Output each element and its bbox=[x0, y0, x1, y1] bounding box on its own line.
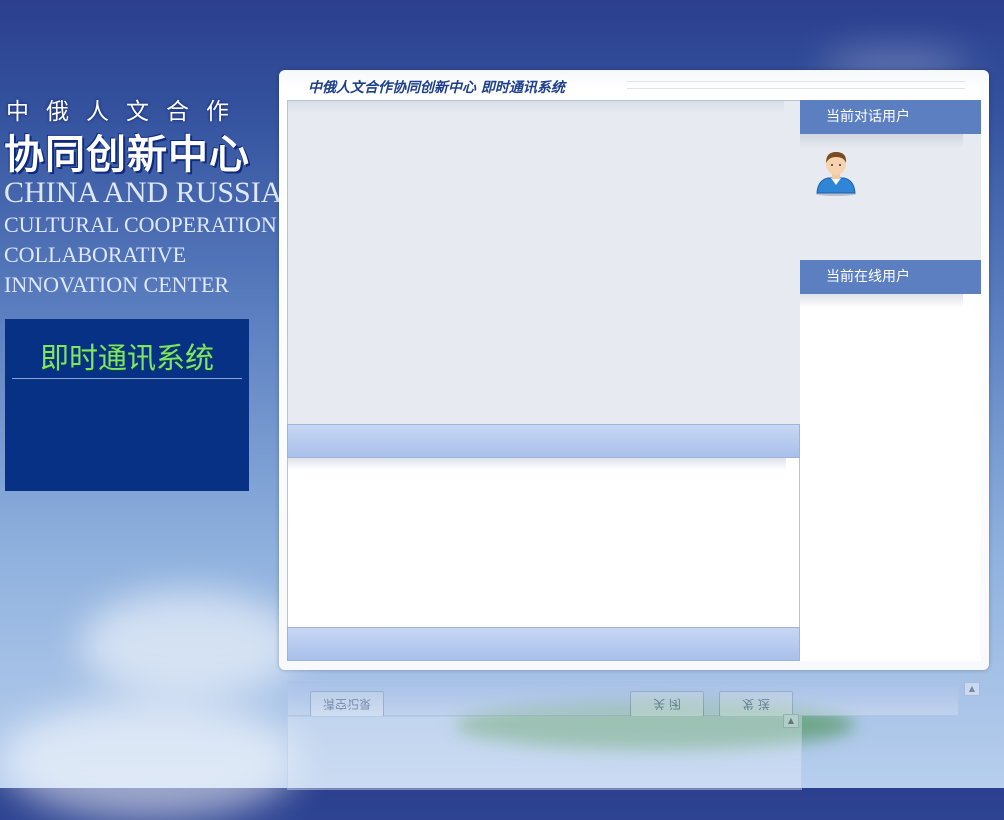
window-reflection: 清空记录 关 闭 发 送 ▲ ▲ bbox=[279, 674, 989, 790]
scroll-up-icon: ▲ bbox=[964, 682, 980, 696]
shade bbox=[800, 134, 963, 148]
user-avatar-icon[interactable] bbox=[814, 148, 858, 196]
send-button: 发 送 bbox=[719, 691, 793, 717]
brand-en-line-3: COLLABORATIVE bbox=[4, 242, 187, 267]
online-users-header: 当前在线用户 bbox=[800, 260, 981, 294]
divider bbox=[12, 378, 242, 379]
scroll-up-icon: ▲ bbox=[783, 714, 799, 728]
reflection-toolbar: 清空记录 关 闭 发 送 bbox=[287, 680, 959, 717]
bottom-toolbar bbox=[287, 627, 800, 661]
brand-en-line-1: CHINA AND RUSSIA bbox=[4, 176, 280, 209]
user-panel: 当前对话用户 当前在线用户 bbox=[800, 100, 981, 661]
clear-history-button: 清空记录 bbox=[310, 691, 384, 717]
brand-en-line-4: INNOVATION CENTER bbox=[4, 272, 230, 297]
chat-toolbar bbox=[287, 424, 800, 458]
message-input[interactable] bbox=[287, 458, 800, 627]
message-history[interactable] bbox=[287, 100, 801, 425]
shade bbox=[288, 101, 784, 113]
system-title: 即时通讯系统 bbox=[39, 341, 214, 375]
title-divider bbox=[627, 81, 965, 89]
chat-window: 中俄人文合作协同创新中心 即时通讯系统 当前对话用户 当前在线用户 bbox=[279, 70, 989, 670]
close-button: 关 闭 bbox=[630, 691, 704, 717]
shade bbox=[800, 294, 963, 308]
window-title: 中俄人文合作协同创新中心 即时通讯系统 bbox=[308, 80, 565, 96]
system-title-box: 即时通讯系统 bbox=[5, 319, 249, 491]
shade bbox=[288, 458, 786, 470]
brand-cn-subtitle: 中俄人文合作 bbox=[6, 99, 246, 125]
brand-en-line-2: CULTURAL COOPERATION bbox=[4, 212, 277, 237]
brand-cn-title: 协同创新中心 bbox=[4, 132, 250, 178]
dialog-users-header: 当前对话用户 bbox=[800, 100, 981, 134]
reflection-input bbox=[287, 716, 802, 790]
